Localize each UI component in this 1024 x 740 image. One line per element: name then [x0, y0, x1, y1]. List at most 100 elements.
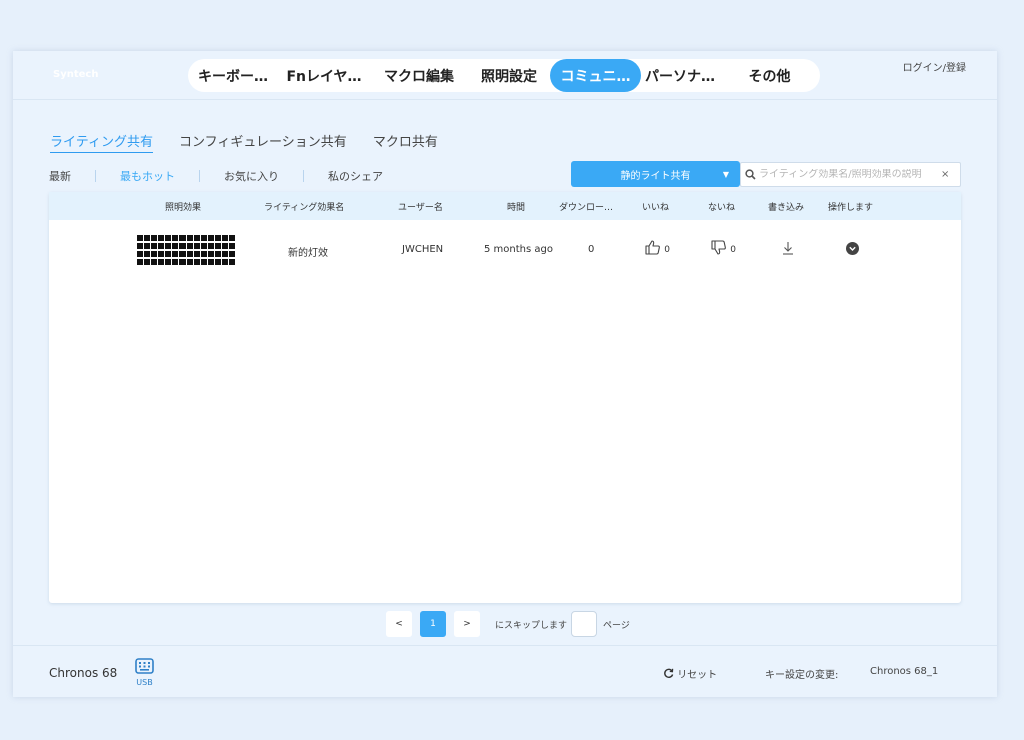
keycap-thumb [228, 251, 235, 257]
connection-label: USB [136, 678, 153, 687]
keycap-thumb [207, 259, 214, 265]
page-number-button[interactable]: 1 [420, 611, 446, 637]
keycap-thumb [172, 243, 179, 249]
nav-tab-macro-edit[interactable]: マクロ編集 [370, 59, 468, 92]
search-input[interactable] [759, 169, 939, 180]
reset-button[interactable]: リセット [663, 666, 717, 681]
filter-favorites[interactable]: お気に入り [224, 168, 279, 184]
col-dislikes: ないね [708, 202, 736, 213]
divider [95, 170, 96, 182]
keycap-thumb [172, 235, 179, 241]
like-count: 0 [664, 245, 670, 255]
subtab-macro-share[interactable]: マクロ共有 [373, 131, 438, 153]
app-window: Syntech キーボー… Fnレイヤ… マクロ編集 照明設定 コミュニ… パー… [13, 51, 997, 697]
reset-label: リセット [677, 670, 718, 681]
nav-tab-other[interactable]: その他 [719, 59, 820, 92]
col-actions: 操作します [828, 202, 874, 213]
keycap-thumb [193, 243, 200, 249]
nav-tab-lighting[interactable]: 照明設定 [468, 59, 550, 92]
share-type-value: 静的ライト共有 [620, 170, 691, 182]
keycap-thumb [200, 251, 207, 257]
keycap-thumb [221, 235, 228, 241]
login-link[interactable]: ログイン/登録 [903, 59, 966, 74]
table-row: 新的灯效 JWCHEN 5 months ago 0 0 0 [49, 220, 961, 280]
brand-logo: Syntech [53, 69, 99, 80]
col-time: 時間 [507, 202, 526, 213]
filter-my-shares[interactable]: 私のシェア [328, 168, 383, 184]
dislike-count: 0 [730, 245, 736, 255]
effect-name: 新的灯效 [288, 248, 328, 259]
subtab-config-share[interactable]: コンフィギュレーション共有 [179, 131, 347, 153]
keycap-thumb [137, 243, 144, 249]
keycap-thumb [200, 235, 207, 241]
nav-tab-fn-layer[interactable]: Fnレイヤ… [278, 59, 370, 92]
keyboard-preview-image [137, 235, 235, 266]
keycap-thumb [200, 243, 207, 249]
keycap-thumb [193, 235, 200, 241]
username: JWCHEN [402, 244, 444, 255]
keycap-thumb [137, 235, 144, 241]
table-header: 照明効果 ライティング効果名 ユーザー名 時間 ダウンロー… いいね ないね 書… [49, 192, 961, 220]
clear-icon[interactable]: × [941, 169, 949, 180]
nav-tab-personalize[interactable]: パーソナ… [641, 59, 719, 92]
keycap-thumb [186, 259, 193, 265]
subtab-lighting-share[interactable]: ライティング共有 [50, 131, 153, 153]
keycap-thumb [151, 235, 158, 241]
thumbs-up-icon [645, 240, 664, 258]
refresh-icon [663, 668, 677, 681]
keycap-thumb [221, 243, 228, 249]
keycap-thumb [193, 259, 200, 265]
keycap-thumb [144, 235, 151, 241]
col-username: ユーザー名 [398, 202, 443, 213]
download-button[interactable] [782, 241, 794, 258]
keycap-thumb [186, 243, 193, 249]
keycap-thumb [144, 243, 151, 249]
keycap-thumb [207, 243, 214, 249]
keycap-thumb [151, 259, 158, 265]
keycap-thumb [200, 259, 207, 265]
chevron-down-circle-icon [846, 242, 859, 258]
keycap-thumb [165, 235, 172, 241]
time-ago: 5 months ago [484, 244, 553, 255]
keycap-thumb [165, 259, 172, 265]
keycap-thumb [179, 235, 186, 241]
keycap-thumb [228, 243, 235, 249]
keycap-thumb [158, 235, 165, 241]
page-jump-input[interactable] [571, 611, 598, 637]
profile-selector[interactable]: Chronos 68_1 [870, 666, 938, 677]
next-page-button[interactable]: > [454, 611, 480, 637]
keycap-thumb [158, 259, 165, 265]
keycap-thumb [137, 259, 144, 265]
page-label: ページ [603, 620, 630, 631]
prev-page-button[interactable]: < [386, 611, 412, 637]
share-subtabs: ライティング共有 コンフィギュレーション共有 マクロ共有 [50, 131, 438, 153]
nav-tab-community[interactable]: コミュニ… [550, 59, 641, 92]
keycap-thumb [158, 243, 165, 249]
keycap-thumb [214, 259, 221, 265]
search-icon [741, 165, 759, 184]
keycap-thumb [179, 251, 186, 257]
keycap-thumb [144, 259, 151, 265]
download-count: 0 [588, 244, 595, 255]
col-effect-name: ライティング効果名 [264, 202, 345, 213]
nav-tab-keyboard[interactable]: キーボー… [188, 59, 278, 92]
keycap-thumb [207, 251, 214, 257]
like-button[interactable]: 0 [645, 240, 670, 258]
keycap-thumb [228, 235, 235, 241]
share-type-select[interactable]: 静的ライト共有 ▼ [571, 161, 740, 187]
row-actions-button[interactable] [846, 242, 859, 258]
keycap-thumb [179, 259, 186, 265]
keycap-thumb [221, 259, 228, 265]
keycap-thumb [144, 251, 151, 257]
filter-latest[interactable]: 最新 [49, 168, 71, 184]
col-downloads: ダウンロー… [559, 202, 614, 213]
keycap-thumb [158, 251, 165, 257]
keycap-thumb [214, 251, 221, 257]
search-box: × [740, 162, 961, 187]
filter-hottest[interactable]: 最もホット [120, 168, 175, 184]
dislike-button[interactable]: 0 [711, 240, 736, 258]
skip-label: にスキップします [495, 620, 568, 631]
keycap-thumb [165, 251, 172, 257]
divider [199, 170, 200, 182]
keycap-thumb [165, 243, 172, 249]
